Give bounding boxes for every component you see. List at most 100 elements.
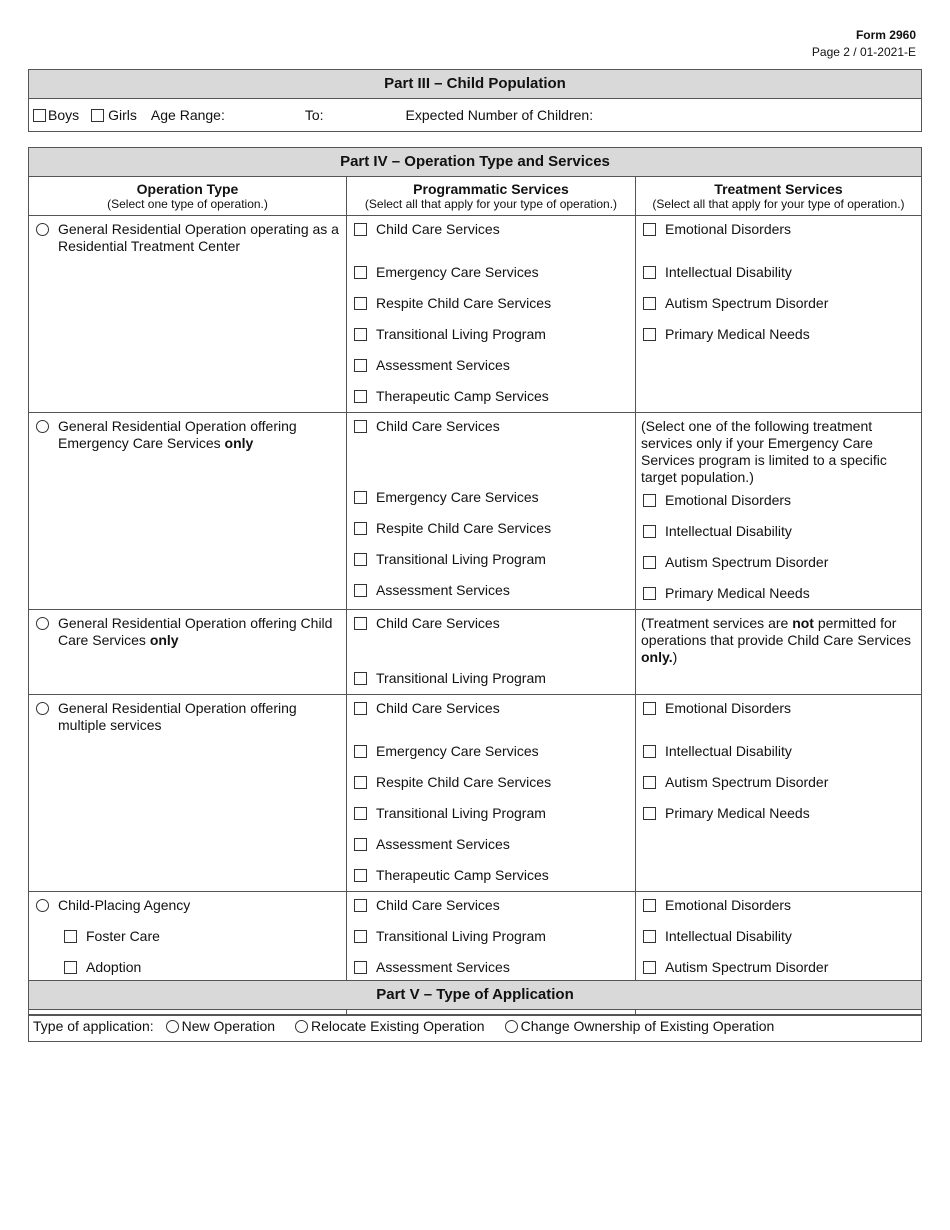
treatment-service-checkbox[interactable] — [643, 587, 656, 600]
girls-checkbox[interactable] — [91, 108, 105, 122]
programmatic-service-item[interactable]: Emergency Care Services — [348, 261, 634, 284]
programmatic-service-item[interactable]: Assessment Services — [348, 833, 634, 856]
programmatic-service-checkbox[interactable] — [354, 617, 367, 630]
programmatic-cell: Child Care Services Emergency Care Servic… — [346, 412, 636, 610]
programmatic-service-item[interactable]: Transitional Living Program — [348, 802, 634, 825]
programmatic-service-checkbox[interactable] — [354, 745, 367, 758]
programmatic-service-item[interactable]: Therapeutic Camp Services — [348, 385, 634, 408]
new-operation-radio[interactable] — [165, 1019, 179, 1033]
treatment-service-checkbox[interactable] — [643, 494, 656, 507]
programmatic-service-label: Child Care Services — [376, 221, 500, 237]
suboption-item[interactable]: Foster Care — [30, 925, 345, 948]
programmatic-service-checkbox[interactable] — [354, 702, 367, 715]
operation-radio[interactable] — [36, 702, 49, 715]
treatment-service-checkbox[interactable] — [643, 702, 656, 715]
treatment-service-item[interactable]: Emotional Disorders — [637, 489, 920, 512]
boys-checkbox[interactable] — [33, 108, 46, 122]
operation-option[interactable]: Child-Placing Agency — [30, 894, 345, 917]
programmatic-service-item[interactable]: Transitional Living Program — [348, 667, 634, 690]
operation-option[interactable]: General Residential Operation offering C… — [30, 612, 345, 652]
programmatic-service-checkbox[interactable] — [354, 522, 367, 535]
treatment-service-checkbox[interactable] — [643, 807, 656, 820]
operation-option[interactable]: General Residential Operation operating … — [30, 218, 345, 258]
header-programmatic-sub: (Select all that apply for your type of … — [364, 197, 618, 211]
treatment-service-item[interactable]: Autism Spectrum Disorder — [637, 771, 920, 794]
programmatic-service-item[interactable]: Child Care Services — [348, 697, 634, 720]
programmatic-service-item[interactable]: Child Care Services — [348, 612, 634, 635]
programmatic-service-item[interactable]: Respite Child Care Services — [348, 292, 634, 315]
programmatic-service-checkbox[interactable] — [354, 672, 367, 685]
programmatic-service-item[interactable]: Child Care Services — [348, 218, 634, 241]
programmatic-service-item[interactable]: Assessment Services — [348, 956, 634, 979]
treatment-service-item[interactable]: Primary Medical Needs — [637, 802, 920, 825]
treatment-service-item[interactable]: Intellectual Disability — [637, 925, 920, 948]
programmatic-service-checkbox[interactable] — [354, 807, 367, 820]
programmatic-service-checkbox[interactable] — [354, 584, 367, 597]
programmatic-service-checkbox[interactable] — [354, 328, 367, 341]
treatment-service-label: Autism Spectrum Disorder — [665, 959, 829, 975]
operation-radio[interactable] — [36, 899, 49, 912]
relocate-radio[interactable] — [295, 1019, 309, 1033]
treatment-service-label: Primary Medical Needs — [665, 585, 810, 601]
programmatic-service-checkbox[interactable] — [354, 930, 367, 943]
programmatic-service-checkbox[interactable] — [354, 869, 367, 882]
treatment-service-checkbox[interactable] — [643, 223, 656, 236]
programmatic-service-item[interactable]: Assessment Services — [348, 354, 634, 377]
programmatic-service-checkbox[interactable] — [354, 359, 367, 372]
programmatic-service-checkbox[interactable] — [354, 491, 367, 504]
treatment-service-item[interactable]: Emotional Disorders — [637, 894, 920, 917]
programmatic-service-label: Transitional Living Program — [376, 928, 546, 944]
programmatic-service-item[interactable]: Emergency Care Services — [348, 486, 634, 509]
treatment-service-item[interactable]: Autism Spectrum Disorder — [637, 956, 920, 979]
programmatic-service-checkbox[interactable] — [354, 297, 367, 310]
treatment-service-checkbox[interactable] — [643, 930, 656, 943]
expected-children-field[interactable] — [593, 105, 921, 125]
treatment-service-checkbox[interactable] — [643, 745, 656, 758]
treatment-service-item[interactable]: Intellectual Disability — [637, 740, 920, 763]
treatment-service-item[interactable]: Autism Spectrum Disorder — [637, 551, 920, 574]
programmatic-service-checkbox[interactable] — [354, 420, 367, 433]
suboption-checkbox[interactable] — [64, 961, 77, 974]
operation-radio[interactable] — [36, 420, 49, 433]
programmatic-service-item[interactable]: Respite Child Care Services — [348, 517, 634, 540]
change-ownership-radio[interactable] — [504, 1019, 518, 1033]
programmatic-service-item[interactable]: Child Care Services — [348, 894, 634, 917]
programmatic-service-item[interactable]: Child Care Services — [348, 415, 634, 438]
operation-option[interactable]: General Residential Operation offering E… — [30, 415, 345, 455]
treatment-service-item[interactable]: Primary Medical Needs — [637, 323, 920, 346]
treatment-service-item[interactable]: Emotional Disorders — [637, 697, 920, 720]
treatment-service-checkbox[interactable] — [643, 899, 656, 912]
suboption-item[interactable]: Adoption — [30, 956, 345, 979]
operation-radio[interactable] — [36, 223, 49, 236]
programmatic-service-checkbox[interactable] — [354, 961, 367, 974]
programmatic-service-checkbox[interactable] — [354, 266, 367, 279]
programmatic-service-item[interactable]: Transitional Living Program — [348, 548, 634, 571]
treatment-service-checkbox[interactable] — [643, 525, 656, 538]
programmatic-service-item[interactable]: Transitional Living Program — [348, 925, 634, 948]
programmatic-service-checkbox[interactable] — [354, 553, 367, 566]
programmatic-service-item[interactable]: Emergency Care Services — [348, 740, 634, 763]
treatment-service-checkbox[interactable] — [643, 776, 656, 789]
treatment-service-checkbox[interactable] — [643, 266, 656, 279]
operation-radio[interactable] — [36, 617, 49, 630]
treatment-service-item[interactable]: Intellectual Disability — [637, 520, 920, 543]
treatment-service-checkbox[interactable] — [643, 297, 656, 310]
programmatic-service-item[interactable]: Respite Child Care Services — [348, 771, 634, 794]
programmatic-service-item[interactable]: Transitional Living Program — [348, 323, 634, 346]
operation-option[interactable]: General Residential Operation offering m… — [30, 697, 345, 737]
treatment-service-checkbox[interactable] — [643, 328, 656, 341]
programmatic-service-checkbox[interactable] — [354, 390, 367, 403]
treatment-service-item[interactable]: Autism Spectrum Disorder — [637, 292, 920, 315]
treatment-service-checkbox[interactable] — [643, 961, 656, 974]
treatment-service-item[interactable]: Emotional Disorders — [637, 218, 920, 241]
treatment-service-item[interactable]: Intellectual Disability — [637, 261, 920, 284]
programmatic-service-checkbox[interactable] — [354, 899, 367, 912]
programmatic-service-checkbox[interactable] — [354, 776, 367, 789]
treatment-service-checkbox[interactable] — [643, 556, 656, 569]
suboption-checkbox[interactable] — [64, 930, 77, 943]
programmatic-service-item[interactable]: Assessment Services — [348, 579, 634, 602]
programmatic-service-checkbox[interactable] — [354, 223, 367, 236]
programmatic-service-checkbox[interactable] — [354, 838, 367, 851]
treatment-service-item[interactable]: Primary Medical Needs — [637, 582, 920, 605]
programmatic-service-item[interactable]: Therapeutic Camp Services — [348, 864, 634, 887]
